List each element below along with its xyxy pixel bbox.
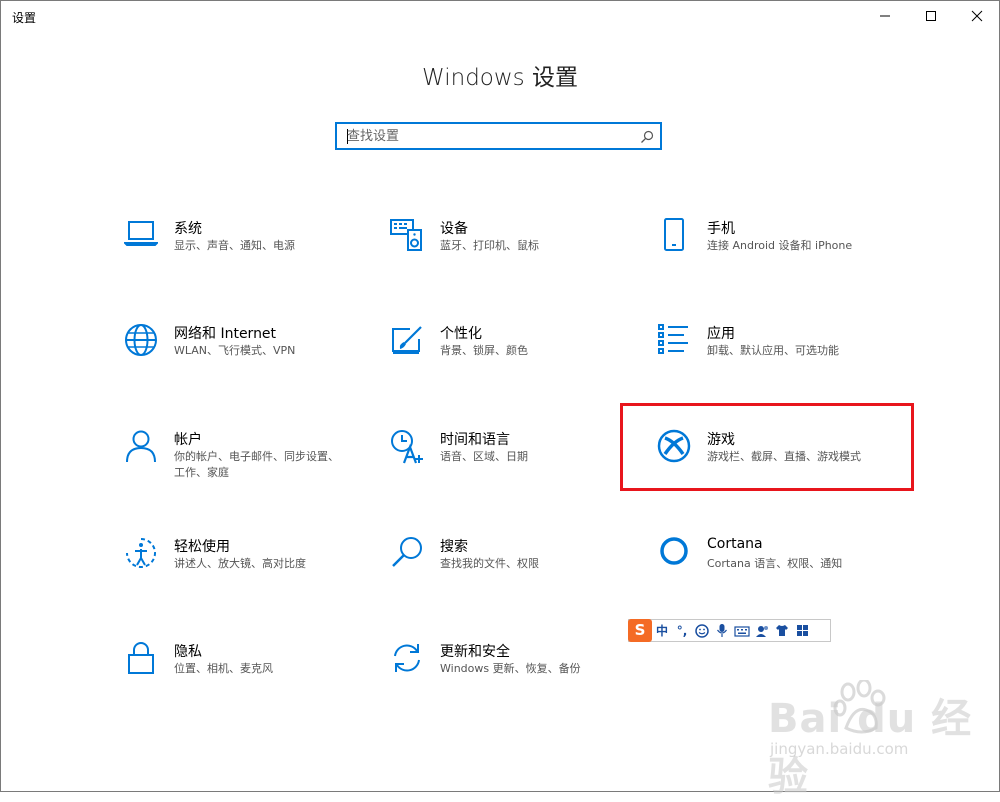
emoji-icon[interactable]: [692, 620, 712, 641]
toolbox-grid-icon[interactable]: [792, 620, 812, 641]
tile-subtitle: 蓝牙、打印机、鼠标: [440, 239, 539, 252]
tile-subtitle: 连接 Android 设备和 iPhone: [707, 239, 853, 252]
apps-list-icon: [656, 323, 692, 363]
paint-icon: [389, 323, 425, 363]
tile-subtitle: 查找我的文件、权限: [440, 557, 539, 570]
laptop-icon: [123, 218, 159, 258]
title-bar: 设置: [0, 0, 1000, 32]
tile-search[interactable]: 搜索 查找我的文件、权限: [389, 536, 619, 608]
tile-title: 时间和语言: [440, 432, 510, 448]
tile-apps[interactable]: 应用 卸载、默认应用、可选功能: [656, 323, 886, 395]
tile-subtitle: 语音、区域、日期: [440, 450, 528, 463]
tile-subtitle: 显示、声音、通知、电源: [174, 239, 295, 252]
tile-privacy[interactable]: 隐私 位置、相机、麦克风: [123, 641, 353, 713]
tile-title: 系统: [174, 221, 202, 237]
close-button[interactable]: [954, 0, 1000, 32]
tile-time-language[interactable]: 时间和语言 语音、区域、日期: [389, 429, 619, 501]
tile-devices[interactable]: 设备 蓝牙、打印机、鼠标: [389, 218, 619, 290]
tile-update-security[interactable]: 更新和安全 Windows 更新、恢复、备份: [389, 641, 619, 713]
tile-phone[interactable]: 手机 连接 Android 设备和 iPhone: [656, 218, 886, 290]
keyboard-speaker-icon: [389, 218, 425, 258]
highlight-box: [620, 403, 914, 491]
tile-title: 搜索: [440, 539, 468, 555]
ime-toolbar[interactable]: S 中 °,: [628, 618, 831, 642]
tile-subtitle: Cortana 语言、权限、通知: [707, 557, 843, 570]
tile-title: Cortana: [707, 536, 763, 552]
tile-network[interactable]: 网络和 Internet WLAN、飞行模式、VPN: [123, 323, 353, 395]
ime-mode-toggle[interactable]: 中: [652, 620, 672, 641]
tile-title: 应用: [707, 326, 735, 342]
maximize-button[interactable]: [908, 0, 954, 32]
minimize-icon: [880, 15, 890, 17]
search-magnifier-icon: [389, 536, 425, 576]
user-icon[interactable]: [752, 620, 772, 641]
window-title: 设置: [12, 11, 37, 25]
tile-accounts[interactable]: 帐户 你的帐户、电子邮件、同步设置、工作、家庭: [123, 429, 353, 501]
globe-icon: [123, 323, 159, 363]
skin-shirt-icon[interactable]: [772, 620, 792, 641]
tile-title: 手机: [707, 221, 735, 237]
tile-title: 个性化: [440, 326, 482, 342]
close-icon: [971, 10, 983, 22]
tile-subtitle: WLAN、飞行模式、VPN: [174, 344, 296, 357]
tile-personalization[interactable]: 个性化 背景、锁屏、颜色: [389, 323, 619, 395]
tile-subtitle: 位置、相机、麦克风: [174, 662, 273, 675]
person-icon: [123, 429, 159, 469]
tile-ease-of-access[interactable]: 轻松使用 讲述人、放大镜、高对比度: [123, 536, 353, 608]
search-input[interactable]: [347, 127, 627, 145]
tile-title: 轻松使用: [174, 539, 230, 555]
ease-of-access-icon: [123, 536, 159, 576]
tile-title: 更新和安全: [440, 644, 510, 660]
sync-icon: [389, 641, 425, 681]
tile-title: 隐私: [174, 644, 202, 660]
ime-punct-toggle[interactable]: °,: [672, 620, 692, 641]
page-title: Windows 设置: [422, 65, 578, 91]
search-box[interactable]: [335, 122, 662, 150]
minimize-button[interactable]: [862, 0, 908, 32]
tile-system[interactable]: 系统 显示、声音、通知、电源: [123, 218, 353, 290]
tile-title: 网络和 Internet: [174, 326, 277, 342]
tile-cortana[interactable]: Cortana Cortana 语言、权限、通知: [656, 536, 886, 608]
tile-title: 设备: [440, 221, 468, 237]
search-icon[interactable]: [640, 129, 654, 148]
tile-title: 帐户: [174, 432, 202, 448]
microphone-icon[interactable]: [712, 620, 732, 641]
tile-subtitle: 卸载、默认应用、可选功能: [707, 344, 839, 357]
baidu-watermark: Bai du 经验 jingyan.baidu.com: [760, 680, 990, 800]
tile-subtitle: Windows 更新、恢复、备份: [440, 662, 581, 675]
watermark-url: jingyan.baidu.com: [770, 740, 909, 758]
tile-subtitle: 你的帐户、电子邮件、同步设置、工作、家庭: [174, 450, 339, 479]
tile-subtitle: 背景、锁屏、颜色: [440, 344, 528, 357]
tile-subtitle: 讲述人、放大镜、高对比度: [174, 557, 306, 570]
sogou-logo-icon[interactable]: S: [628, 618, 652, 642]
cortana-icon: [656, 536, 692, 576]
time-language-icon: [389, 429, 425, 469]
maximize-icon: [926, 11, 936, 21]
lock-icon: [123, 641, 159, 681]
phone-icon: [656, 218, 692, 258]
soft-keyboard-icon[interactable]: [732, 620, 752, 641]
